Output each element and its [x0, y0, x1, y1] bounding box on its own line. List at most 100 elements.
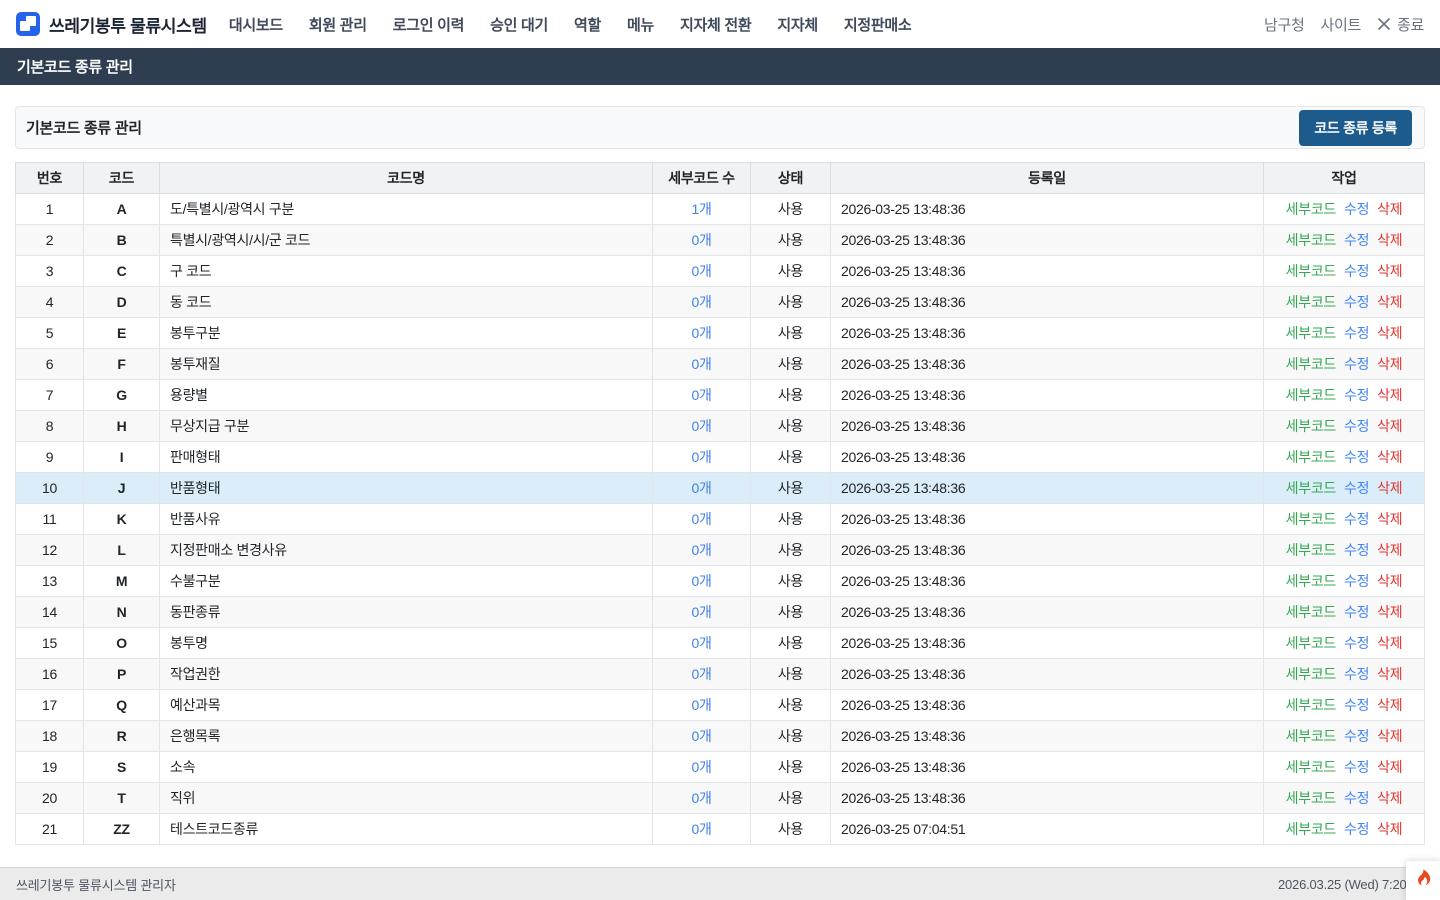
delete-link[interactable]: 삭제 [1377, 790, 1402, 806]
detail-code-link[interactable]: 세부코드 [1286, 294, 1336, 310]
nav-item[interactable]: 로그인 이력 [393, 14, 464, 35]
edit-link[interactable]: 수정 [1344, 418, 1369, 434]
edit-link[interactable]: 수정 [1344, 294, 1369, 310]
delete-link[interactable]: 삭제 [1377, 325, 1402, 341]
detail-count-link[interactable]: 0개 [691, 356, 711, 372]
delete-link[interactable]: 삭제 [1377, 449, 1402, 465]
detail-count-cell: 0개 [653, 721, 751, 752]
exit-button[interactable]: 종료 [1377, 14, 1424, 35]
edit-link[interactable]: 수정 [1344, 790, 1369, 806]
nav-item[interactable]: 메뉴 [627, 14, 654, 35]
register-code-type-button[interactable]: 코드 종류 등록 [1299, 110, 1412, 146]
detail-count-link[interactable]: 0개 [691, 294, 711, 310]
delete-link[interactable]: 삭제 [1377, 232, 1402, 248]
detail-count-link[interactable]: 0개 [691, 759, 711, 775]
detail-count-link[interactable]: 0개 [691, 542, 711, 558]
edit-link[interactable]: 수정 [1344, 635, 1369, 651]
detail-code-link[interactable]: 세부코드 [1286, 449, 1336, 465]
nav-item[interactable]: 대시보드 [229, 14, 283, 35]
edit-link[interactable]: 수정 [1344, 201, 1369, 217]
nav-item[interactable]: 역할 [574, 14, 601, 35]
delete-link[interactable]: 삭제 [1377, 542, 1402, 558]
delete-link[interactable]: 삭제 [1377, 418, 1402, 434]
detail-count-link[interactable]: 0개 [691, 697, 711, 713]
nav-item[interactable]: 지정판매소 [844, 14, 912, 35]
detail-count-link[interactable]: 1개 [691, 201, 711, 217]
delete-link[interactable]: 삭제 [1377, 666, 1402, 682]
detail-count-link[interactable]: 0개 [691, 511, 711, 527]
detail-code-link[interactable]: 세부코드 [1286, 418, 1336, 434]
edit-link[interactable]: 수정 [1344, 449, 1369, 465]
delete-link[interactable]: 삭제 [1377, 635, 1402, 651]
detail-code-link[interactable]: 세부코드 [1286, 790, 1336, 806]
detail-code-link[interactable]: 세부코드 [1286, 635, 1336, 651]
detail-count-link[interactable]: 0개 [691, 573, 711, 589]
delete-link[interactable]: 삭제 [1377, 201, 1402, 217]
detail-code-link[interactable]: 세부코드 [1286, 201, 1336, 217]
edit-link[interactable]: 수정 [1344, 263, 1369, 279]
edit-link[interactable]: 수정 [1344, 728, 1369, 744]
edit-link[interactable]: 수정 [1344, 387, 1369, 403]
edit-link[interactable]: 수정 [1344, 759, 1369, 775]
delete-link[interactable]: 삭제 [1377, 728, 1402, 744]
detail-code-link[interactable]: 세부코드 [1286, 573, 1336, 589]
detail-code-link[interactable]: 세부코드 [1286, 604, 1336, 620]
detail-code-link[interactable]: 세부코드 [1286, 697, 1336, 713]
detail-count-link[interactable]: 0개 [691, 418, 711, 434]
delete-link[interactable]: 삭제 [1377, 573, 1402, 589]
edit-link[interactable]: 수정 [1344, 573, 1369, 589]
detail-code-link[interactable]: 세부코드 [1286, 480, 1336, 496]
edit-link[interactable]: 수정 [1344, 325, 1369, 341]
detail-code-link[interactable]: 세부코드 [1286, 325, 1336, 341]
edit-link[interactable]: 수정 [1344, 232, 1369, 248]
edit-link[interactable]: 수정 [1344, 666, 1369, 682]
delete-link[interactable]: 삭제 [1377, 759, 1402, 775]
nav-item[interactable]: 회원 관리 [309, 14, 367, 35]
debug-toolbar-toggle[interactable] [1406, 861, 1440, 900]
detail-code-link[interactable]: 세부코드 [1286, 356, 1336, 372]
site-link[interactable]: 사이트 [1320, 14, 1361, 35]
delete-link[interactable]: 삭제 [1377, 697, 1402, 713]
detail-code-link[interactable]: 세부코드 [1286, 542, 1336, 558]
delete-link[interactable]: 삭제 [1377, 821, 1402, 837]
detail-count-link[interactable]: 0개 [691, 790, 711, 806]
detail-count-link[interactable]: 0개 [691, 604, 711, 620]
detail-code-link[interactable]: 세부코드 [1286, 387, 1336, 403]
org-name-link[interactable]: 남구청 [1264, 14, 1305, 35]
detail-count-link[interactable]: 0개 [691, 325, 711, 341]
detail-count-link[interactable]: 0개 [691, 635, 711, 651]
detail-count-link[interactable]: 0개 [691, 232, 711, 248]
detail-count-link[interactable]: 0개 [691, 480, 711, 496]
nav-item[interactable]: 지자체 전환 [680, 14, 751, 35]
detail-code-link[interactable]: 세부코드 [1286, 232, 1336, 248]
reg-date-cell: 2026-03-25 13:48:36 [831, 628, 1264, 659]
delete-link[interactable]: 삭제 [1377, 511, 1402, 527]
detail-code-link[interactable]: 세부코드 [1286, 511, 1336, 527]
delete-link[interactable]: 삭제 [1377, 480, 1402, 496]
edit-link[interactable]: 수정 [1344, 697, 1369, 713]
delete-link[interactable]: 삭제 [1377, 387, 1402, 403]
detail-count-link[interactable]: 0개 [691, 821, 711, 837]
edit-link[interactable]: 수정 [1344, 821, 1369, 837]
edit-link[interactable]: 수정 [1344, 511, 1369, 527]
nav-item[interactable]: 승인 대기 [490, 14, 548, 35]
edit-link[interactable]: 수정 [1344, 604, 1369, 620]
detail-code-link[interactable]: 세부코드 [1286, 728, 1336, 744]
edit-link[interactable]: 수정 [1344, 480, 1369, 496]
detail-count-link[interactable]: 0개 [691, 263, 711, 279]
detail-count-link[interactable]: 0개 [691, 728, 711, 744]
detail-code-link[interactable]: 세부코드 [1286, 759, 1336, 775]
edit-link[interactable]: 수정 [1344, 542, 1369, 558]
delete-link[interactable]: 삭제 [1377, 604, 1402, 620]
edit-link[interactable]: 수정 [1344, 356, 1369, 372]
delete-link[interactable]: 삭제 [1377, 294, 1402, 310]
detail-code-link[interactable]: 세부코드 [1286, 821, 1336, 837]
delete-link[interactable]: 삭제 [1377, 356, 1402, 372]
detail-count-link[interactable]: 0개 [691, 387, 711, 403]
detail-code-link[interactable]: 세부코드 [1286, 666, 1336, 682]
nav-item[interactable]: 지자체 [777, 14, 818, 35]
detail-count-link[interactable]: 0개 [691, 666, 711, 682]
detail-code-link[interactable]: 세부코드 [1286, 263, 1336, 279]
detail-count-link[interactable]: 0개 [691, 449, 711, 465]
delete-link[interactable]: 삭제 [1377, 263, 1402, 279]
